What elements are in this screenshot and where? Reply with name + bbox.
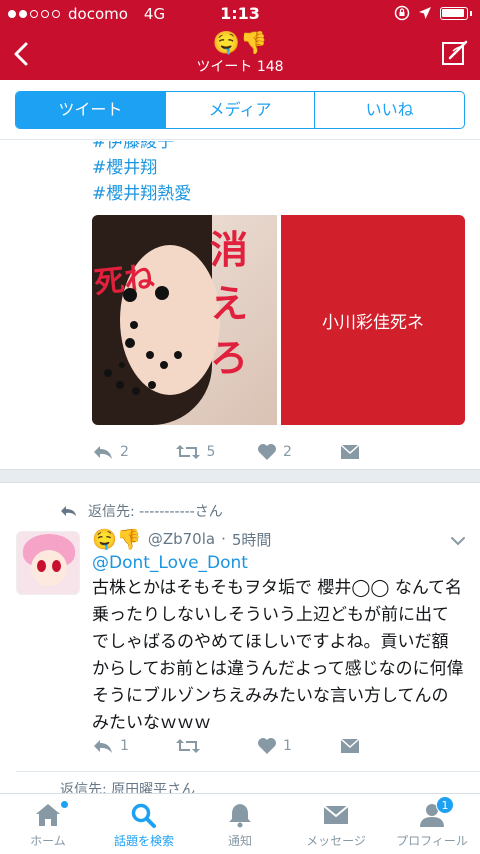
photo-dots-doodle	[104, 286, 182, 395]
retweet-button[interactable]	[175, 737, 258, 755]
avatar[interactable]	[16, 531, 80, 595]
tweet-media: 死ね 消えろ 小川彩佳死ネ	[92, 215, 465, 425]
search-icon	[131, 803, 156, 828]
tweet-actions: 2 5 2	[92, 443, 422, 461]
new-content-dot	[60, 800, 69, 809]
status-bar: docomo 4G 1:13	[0, 0, 480, 28]
tab-label: 話題を検索	[113, 834, 174, 848]
like-button[interactable]: 1	[257, 737, 340, 755]
hashtag-link[interactable]: #櫻井翔熱愛	[92, 181, 191, 207]
tweet-hashtags: #伊藤綾子 #櫻井翔 #櫻井翔熱愛	[92, 141, 191, 207]
tweet-text: 古株とかはそもそもヲタ垢で 櫻井◯◯ なんて名乗ったりしないしそういう上辺どもが…	[92, 578, 464, 733]
text-image-card[interactable]: 小川彩佳死ネ	[281, 215, 465, 425]
segmented-control: ツイート メディア いいね	[15, 91, 465, 129]
reply-to-text[interactable]: 返信先: -----------さん	[88, 501, 223, 521]
tab-search[interactable]: 話題を検索	[96, 794, 192, 854]
notification-badge: 1	[436, 796, 454, 814]
tab-messages[interactable]: メッセージ	[288, 794, 384, 854]
tab-media[interactable]: メディア	[166, 92, 316, 128]
mention-link[interactable]: @Dont_Love_Dont	[92, 553, 248, 573]
retweet-button[interactable]: 5	[175, 443, 258, 461]
battery-icon	[440, 6, 468, 20]
envelope-icon	[340, 738, 359, 753]
like-button[interactable]: 2	[257, 443, 340, 461]
profile-emoji-name: 🤤👎	[212, 31, 268, 56]
home-icon	[36, 804, 60, 826]
tab-likes[interactable]: いいね	[315, 92, 464, 128]
author-handle[interactable]: @Zb70la	[148, 530, 215, 548]
direct-message-button[interactable]	[340, 443, 423, 461]
direct-message-button[interactable]	[340, 737, 423, 755]
reply-count: 1	[120, 738, 129, 754]
reply-icon	[94, 446, 112, 459]
retweet-icon	[175, 445, 200, 459]
orientation-lock-icon	[394, 5, 410, 21]
tweet-divider	[16, 771, 480, 772]
reply-icon	[94, 740, 112, 753]
reply-button[interactable]: 2	[92, 443, 175, 461]
reply-context-icon	[61, 506, 76, 516]
heart-icon	[258, 444, 276, 460]
tab-label: プロフィール	[396, 834, 468, 848]
tab-profile[interactable]: 1 プロフィール	[384, 794, 480, 854]
heart-icon	[258, 738, 276, 754]
reply-button[interactable]: 1	[92, 737, 175, 755]
bottom-tab-bar: ホーム 話題を検索 通知 メッセージ 1 プロフィール	[0, 793, 480, 854]
timeline: #伊藤綾子 #櫻井翔 #櫻井翔熱愛 死ね 消えろ 小川彩佳死ネ 2 5 2 返信…	[0, 141, 480, 793]
nav-title: 🤤👎 ツイート 148	[0, 30, 480, 76]
tweet-count: ツイート 148	[196, 59, 284, 75]
like-count: 1	[283, 738, 292, 754]
tweet-photo[interactable]: 死ね 消えろ	[92, 215, 277, 425]
tab-label: 通知	[227, 834, 252, 848]
tab-home[interactable]: ホーム	[0, 794, 96, 854]
segment-bar: ツイート メディア いいね	[0, 80, 480, 140]
compose-tweet-icon[interactable]	[440, 38, 470, 68]
card-text: 小川彩佳死ネ	[322, 312, 424, 333]
tab-tweets[interactable]: ツイート	[16, 92, 166, 128]
navigation-bar: 🤤👎 ツイート 148	[0, 28, 480, 80]
envelope-icon	[340, 444, 359, 459]
author-display-name[interactable]: 🤤👎	[92, 527, 142, 551]
reply-context: 返信先: -----------さん	[60, 501, 223, 521]
tab-label: ホーム	[30, 834, 66, 848]
chevron-down-icon[interactable]	[450, 535, 466, 547]
reply-count: 2	[120, 444, 129, 460]
like-count: 2	[283, 444, 292, 460]
tweet-separator	[0, 469, 480, 483]
retweet-count: 5	[206, 444, 216, 460]
retweet-icon	[175, 739, 200, 753]
next-tweet-reply-context: 返信先: 原田曜平さん	[60, 782, 196, 793]
bell-icon	[229, 804, 251, 828]
location-icon	[419, 7, 431, 19]
tab-label: メッセージ	[306, 834, 366, 848]
tweet-timestamp: 5時間	[231, 530, 272, 549]
tweet-header: 🤤👎 @Zb70la · 5時間	[92, 527, 272, 551]
hashtag-link[interactable]: #櫻井翔	[92, 155, 191, 181]
hashtag-link[interactable]: #伊藤綾子	[92, 141, 191, 155]
tweet-actions: 1 1	[92, 737, 422, 755]
tab-notifications[interactable]: 通知	[192, 794, 288, 854]
envelope-icon	[323, 805, 349, 824]
